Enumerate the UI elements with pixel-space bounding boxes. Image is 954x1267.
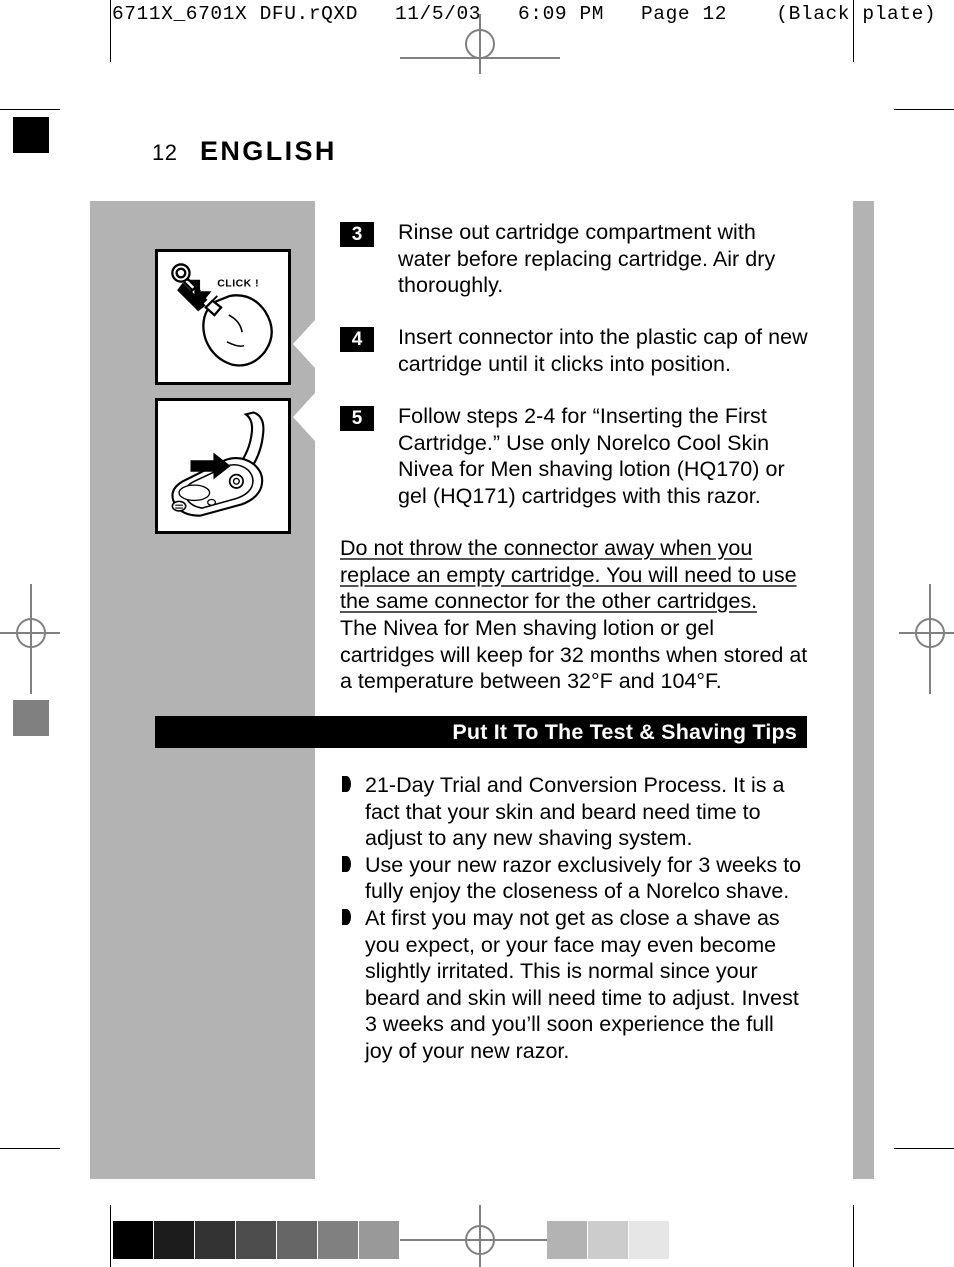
crop-mark-top-left-vertical	[110, 0, 111, 62]
step-3-number: 3	[340, 222, 374, 247]
connector-cartridge-drawing: CLICK !	[171, 263, 273, 367]
calibration-swatch-4	[277, 1221, 317, 1259]
bullet-icon	[342, 776, 351, 792]
right-gray-panel	[853, 201, 874, 1179]
page-title: ENGLISH	[200, 136, 337, 166]
crop-mark-right-top-horizontal	[894, 109, 954, 110]
razor-lid-drawing	[171, 411, 265, 517]
panel-notch-top	[293, 320, 315, 368]
calibration-swatch-1	[154, 1221, 194, 1259]
svg-text:CLICK !: CLICK !	[217, 277, 259, 289]
tip-text: 21-Day Trial and Conversion Process. It …	[365, 773, 785, 851]
prepress-header-text: 6711X_6701X DFU.rQXD 11/5/03 6:09 PM Pag…	[112, 3, 937, 25]
tip-text: At first you may not get as close a shav…	[365, 905, 799, 1063]
step-3: 3 Rinse out cartridge compartment with w…	[340, 219, 810, 299]
illustration-razor-lid-open	[155, 398, 291, 534]
page-number: 12	[152, 140, 178, 165]
panel-notch-bottom	[293, 393, 315, 441]
step-4-number: 4	[340, 327, 374, 352]
registration-target-top	[465, 29, 495, 59]
registration-target-right	[915, 618, 945, 648]
list-item: 21-Day Trial and Conversion Process. It …	[340, 772, 805, 852]
calibration-swatch-6	[359, 1221, 399, 1259]
registration-target-bottom	[465, 1225, 495, 1255]
bullet-icon	[342, 855, 351, 872]
step-4: 4 Insert connector into the plastic cap …	[340, 324, 810, 377]
step-5-number: 5	[340, 406, 374, 431]
tip-text: Use your new razor exclusively for 3 wee…	[365, 852, 802, 904]
crop-mark-right-bottom-horizontal	[894, 1148, 954, 1149]
cartridge-storage-note: The Nivea for Men shaving lotion or gel …	[340, 616, 808, 694]
density-block-gray	[13, 700, 49, 736]
calibration-swatch-0	[113, 1221, 153, 1259]
registration-target-left	[16, 618, 46, 648]
list-item: At first you may not get as close a shav…	[340, 905, 805, 1065]
step-5-text: Follow steps 2-4 for “Inserting the Firs…	[398, 404, 785, 508]
connector-notice: Do not throw the connector away when you…	[340, 535, 810, 615]
crop-mark-left-top-horizontal	[0, 109, 60, 110]
calibration-swatch-8	[588, 1221, 628, 1259]
section-header-put-it-to-the-test: Put It To The Test & Shaving Tips	[155, 716, 807, 748]
step-5: 5 Follow steps 2-4 for “Inserting the Fi…	[340, 403, 810, 509]
step-3-text: Rinse out cartridge compartment with wat…	[398, 220, 776, 298]
calibration-swatch-2	[195, 1221, 235, 1259]
crop-mark-left-bottom-horizontal	[0, 1148, 60, 1149]
bullet-icon	[342, 908, 351, 925]
calibration-swatch-5	[318, 1221, 358, 1259]
list-item: Use your new razor exclusively for 3 wee…	[340, 852, 805, 905]
step-4-text: Insert connector into the plastic cap of…	[398, 325, 808, 376]
calibration-swatch-3	[236, 1221, 276, 1259]
crop-mark-bottom-right-vertical	[853, 1205, 854, 1267]
connector-notice-underlined: Do not throw the connector away when you…	[340, 536, 797, 614]
crop-mark-top-right-vertical	[853, 0, 854, 62]
density-block-black	[13, 117, 49, 153]
shaving-tips-list: 21-Day Trial and Conversion Process. It …	[340, 772, 805, 1065]
illustration-connector-click-into-cartridge: CLICK !	[155, 249, 291, 385]
calibration-swatch-7	[547, 1221, 587, 1259]
crop-mark-bottom-left-vertical	[110, 1205, 111, 1267]
calibration-swatch-9	[629, 1221, 669, 1259]
